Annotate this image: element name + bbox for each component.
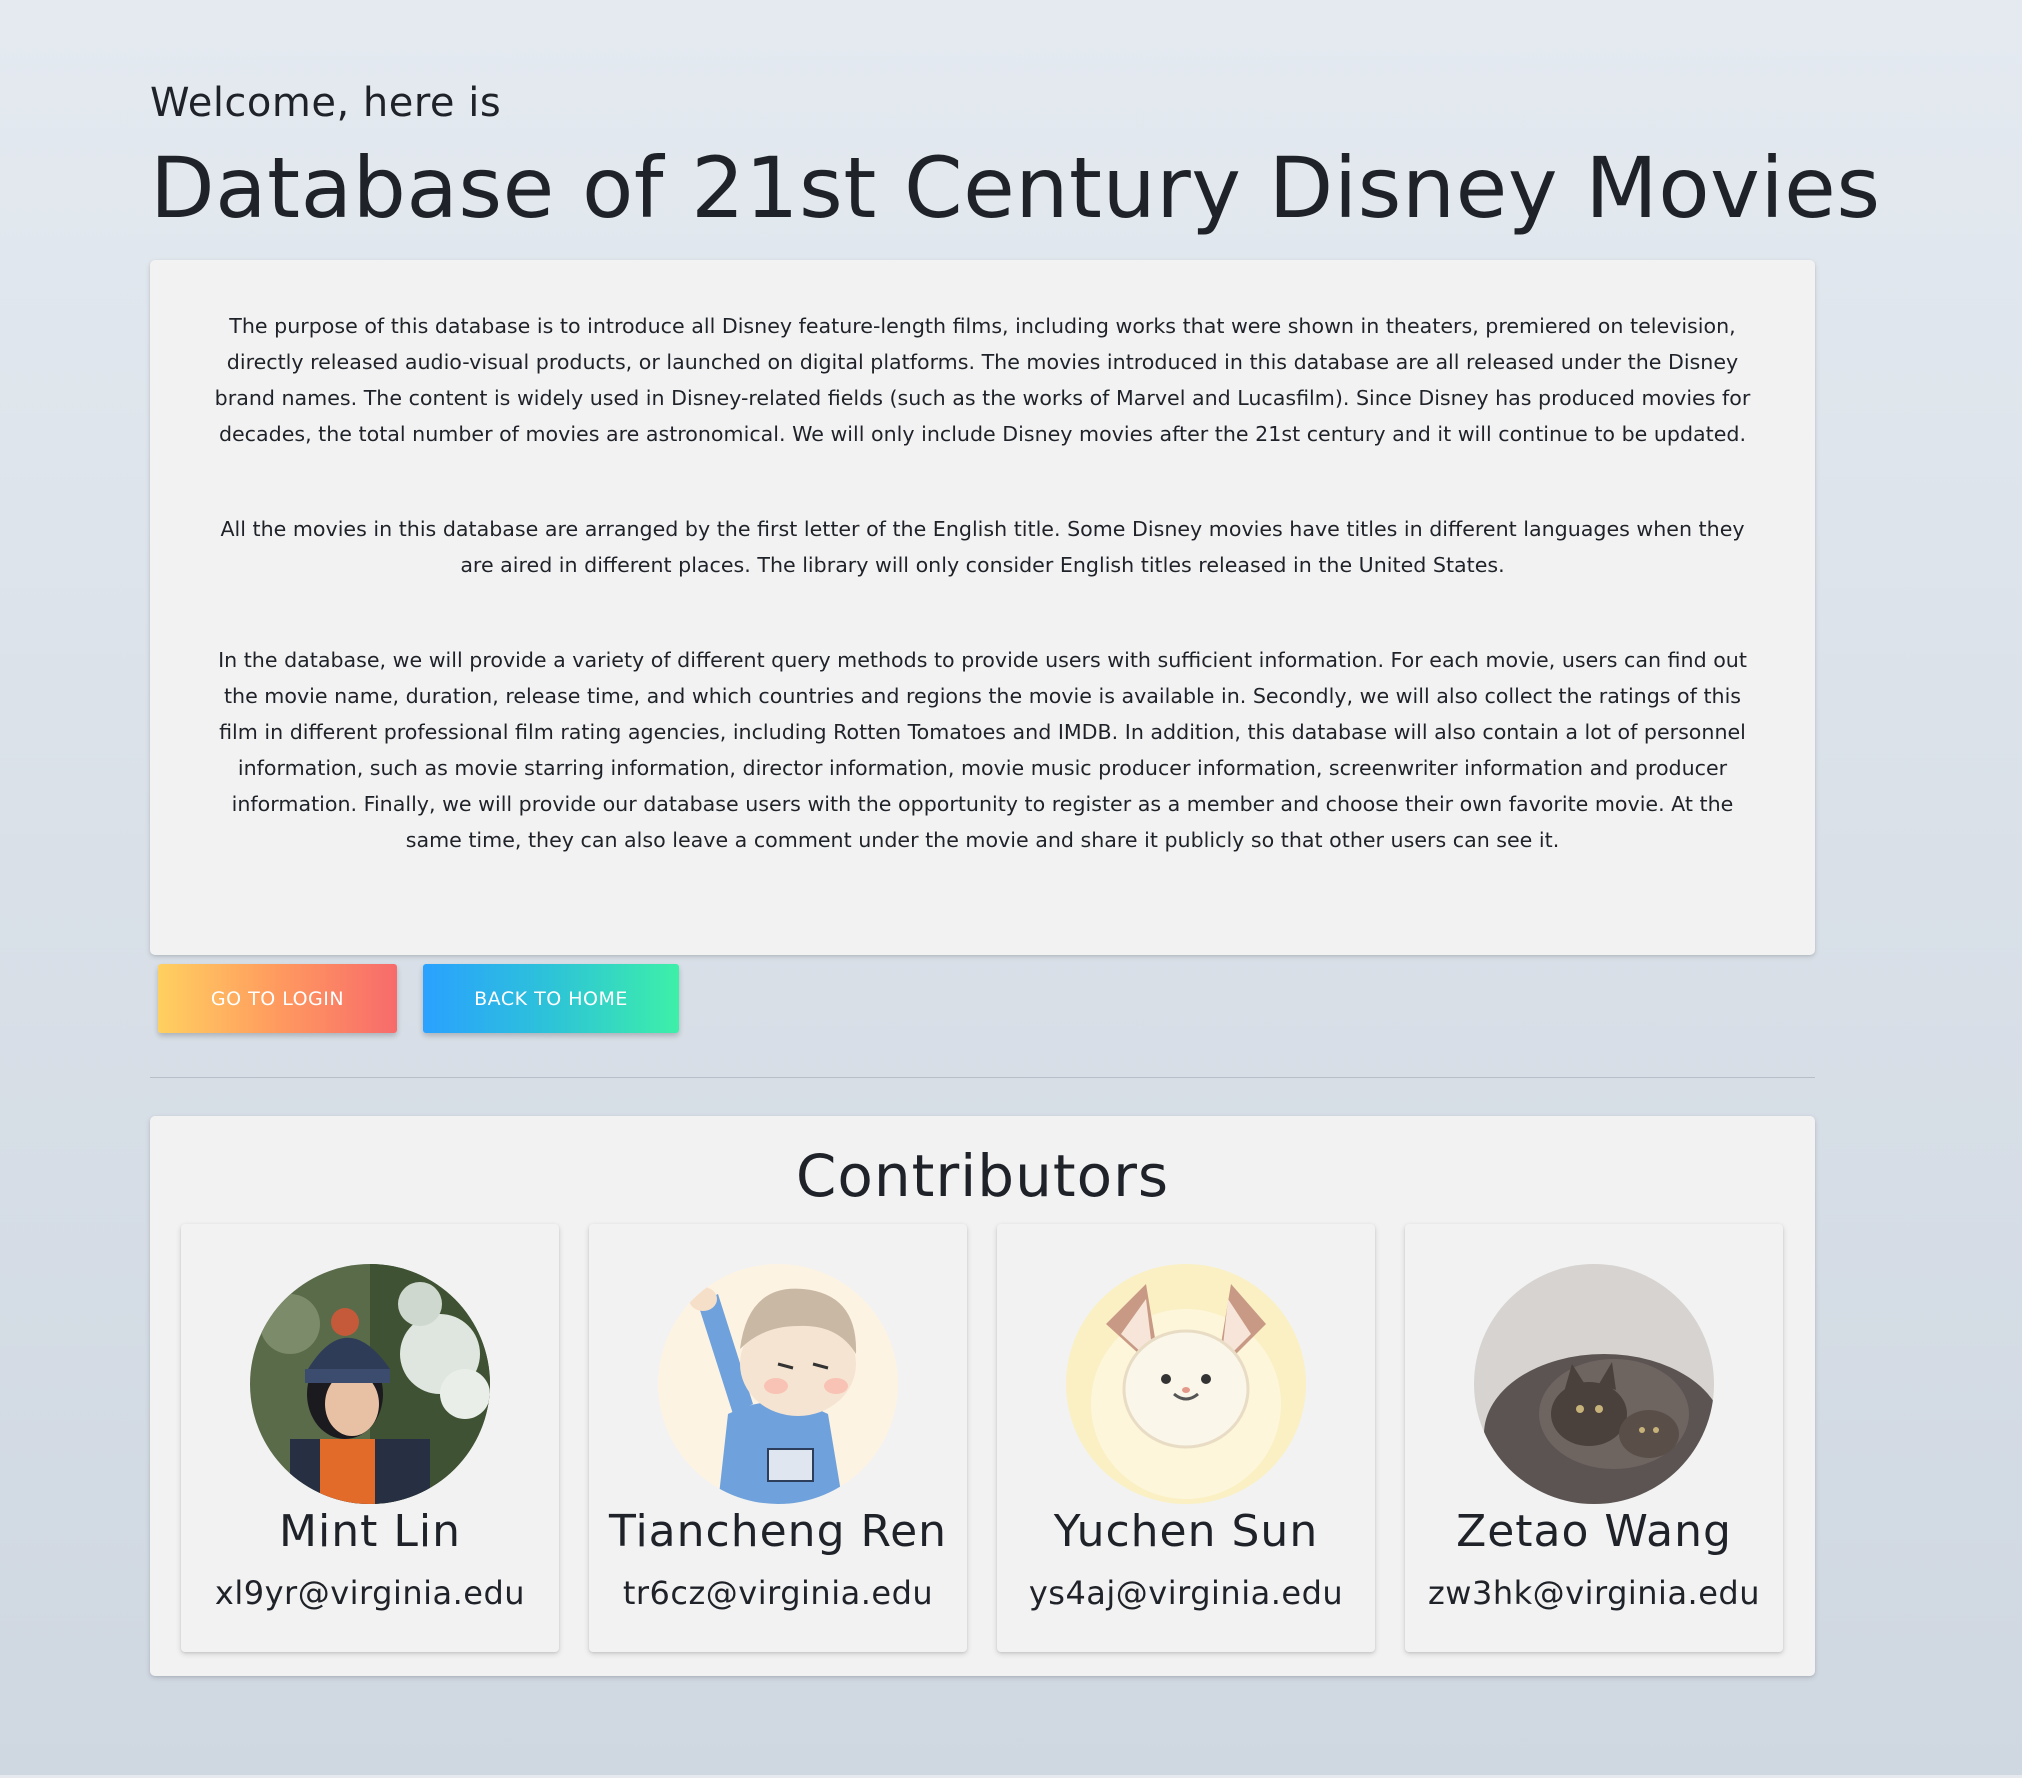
back-to-home-button[interactable]: BACK TO HOME (423, 964, 679, 1033)
welcome-text: Welcome, here is (150, 80, 502, 126)
contributor-card-mint-lin: Mint Lin xl9yr@virginia.edu (181, 1224, 559, 1652)
avatar (1066, 1264, 1306, 1504)
contributor-email: xl9yr@virginia.edu (214, 1574, 526, 1612)
avatar (250, 1264, 490, 1504)
contributor-card-tiancheng-ren: Tiancheng Ren tr6cz@virginia.edu (589, 1224, 967, 1652)
page-title: Database of 21st Century Disney Movies (150, 139, 1881, 237)
contributor-email: ys4aj@virginia.edu (1028, 1574, 1344, 1612)
cartoon-cat-avatar-icon (1066, 1264, 1306, 1504)
intro-paragraph: In the database, we will provide a varie… (218, 648, 1747, 852)
contributors-title: Contributors (795, 1142, 1170, 1210)
intro-card: The purpose of this database is to intro… (150, 260, 1815, 955)
contributors-card: Contributors Mint Lin xl9yr@virginia.edu… (150, 1116, 1815, 1676)
avatar (658, 1264, 898, 1504)
go-to-login-button[interactable]: GO TO LOGIN (158, 964, 397, 1033)
photo-avatar-icon (250, 1264, 490, 1504)
contributor-card-zetao-wang: Zetao Wang zw3hk@virginia.edu (1405, 1224, 1783, 1652)
contributor-name: Yuchen Sun (1053, 1506, 1319, 1557)
avatar (1474, 1264, 1714, 1504)
contributor-card-yuchen-sun: Yuchen Sun ys4aj@virginia.edu (997, 1224, 1375, 1652)
contributor-email: zw3hk@virginia.edu (1428, 1574, 1760, 1612)
cartoon-boy-avatar-icon (658, 1264, 898, 1504)
contributor-name: Zetao Wang (1456, 1506, 1732, 1557)
kitten-photo-avatar-icon (1474, 1264, 1714, 1504)
contributor-name: Mint Lin (279, 1506, 461, 1557)
intro-paragraph: All the movies in this database are arra… (220, 517, 1745, 577)
contributor-name: Tiancheng Ren (608, 1506, 948, 1557)
intro-paragraph: The purpose of this database is to intro… (214, 314, 1751, 446)
divider (150, 1077, 1815, 1078)
contributor-email: tr6cz@virginia.edu (622, 1574, 934, 1612)
